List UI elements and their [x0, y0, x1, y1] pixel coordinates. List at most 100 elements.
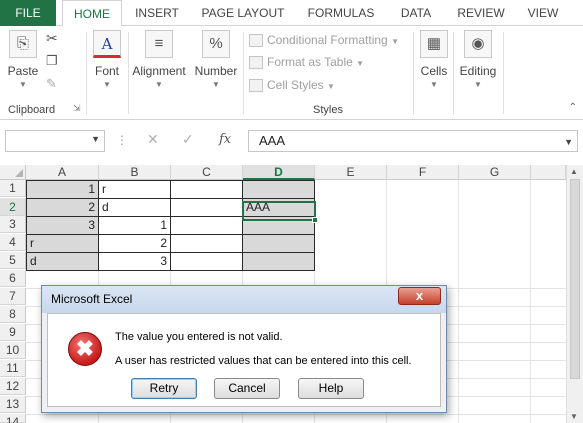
cell-styles-icon [249, 79, 263, 93]
scroll-up-icon[interactable]: ▲ [570, 167, 578, 176]
column-header-a[interactable]: A [26, 165, 99, 180]
tab-review[interactable]: REVIEW [448, 0, 514, 26]
name-box[interactable]: ▼ [5, 130, 105, 152]
dialog-body: ✖ The value you entered is not valid. A … [47, 313, 441, 407]
cell-styles-button[interactable]: Cell Styles ▼ [249, 75, 335, 95]
help-button[interactable]: Help [298, 378, 364, 399]
group-separator [243, 32, 244, 114]
format-painter-icon[interactable]: ✎ [46, 76, 57, 92]
row-header-6[interactable]: 6 [0, 270, 26, 287]
tab-home[interactable]: HOME [62, 0, 122, 27]
number-button[interactable]: % Number ▼ [193, 30, 239, 89]
cell-a5[interactable]: d [27, 253, 99, 271]
cell-b4[interactable]: 2 [99, 235, 171, 253]
column-header-d[interactable]: D [243, 165, 315, 180]
cell-c2[interactable] [171, 199, 243, 217]
column-header-f[interactable]: F [387, 165, 459, 180]
column-header-g[interactable]: G [459, 165, 531, 180]
cancel-entry-icon[interactable]: ✕ [147, 131, 159, 148]
row-header-7[interactable]: 7 [0, 288, 26, 305]
font-button[interactable]: A Font ▼ [90, 30, 124, 89]
row-header-2[interactable]: 2 [0, 198, 26, 216]
cell-a4[interactable]: r [27, 235, 99, 253]
cell-d5[interactable] [243, 253, 315, 271]
row-header-1[interactable]: 1 [0, 180, 26, 197]
format-as-table-button[interactable]: Format as Table ▼ [249, 52, 364, 72]
close-button[interactable]: x [398, 287, 441, 305]
chevron-down-icon: ▼ [474, 80, 482, 89]
scrollbar-thumb[interactable] [570, 179, 580, 379]
cell-b2[interactable]: d [99, 199, 171, 217]
dialog-title: Microsoft Excel [51, 292, 133, 306]
formula-value: AAA [259, 133, 286, 148]
chevron-down-icon: ▼ [391, 37, 399, 46]
column-header-e[interactable]: E [315, 165, 387, 180]
collapse-ribbon-icon[interactable]: ⌃ [569, 102, 577, 113]
fill-handle[interactable] [312, 217, 318, 223]
cancel-button[interactable]: Cancel [214, 378, 280, 399]
copy-icon[interactable]: ❐ [46, 53, 58, 69]
insert-function-icon[interactable]: fx [219, 132, 231, 147]
cell-b3[interactable]: 1 [99, 217, 171, 235]
tab-insert[interactable]: INSERT [126, 0, 188, 26]
dialog-title-bar[interactable]: Microsoft Excel x [42, 286, 446, 313]
font-color-icon: A [93, 30, 121, 58]
column-header-c[interactable]: C [171, 165, 243, 180]
cell-c4[interactable] [171, 235, 243, 253]
vertical-scrollbar[interactable]: ▲ ▼ [566, 165, 583, 423]
clipboard-launcher-icon[interactable]: ⇲ [73, 103, 81, 114]
tab-page-layout[interactable]: PAGE LAYOUT [192, 0, 294, 26]
error-dialog: Microsoft Excel x ✖ The value you entere… [41, 285, 447, 413]
paste-button[interactable]: ⎘ Paste ▼ [6, 30, 40, 89]
cut-icon[interactable]: ✂ [46, 30, 58, 47]
row-header-5[interactable]: 5 [0, 252, 26, 269]
row-header-12[interactable]: 12 [0, 378, 26, 395]
styles-group: Conditional Formatting ▼ Format as Table… [249, 26, 409, 120]
chevron-down-icon: ▼ [155, 80, 163, 89]
row-header-9[interactable]: 9 [0, 324, 26, 341]
row-header-13[interactable]: 13 [0, 396, 26, 413]
editing-button[interactable]: ◉ Editing ▼ [457, 30, 499, 89]
alignment-button[interactable]: ≡ Alignment ▼ [130, 30, 188, 89]
row-header-4[interactable]: 4 [0, 234, 26, 251]
tab-formulas[interactable]: FORMULAS [298, 0, 384, 26]
gridline [458, 180, 459, 423]
font-label: Font [94, 64, 119, 78]
confirm-entry-icon[interactable]: ✓ [182, 131, 194, 148]
expand-formula-bar-icon[interactable]: ▼ [564, 132, 573, 152]
row-header-3[interactable]: 3 [0, 216, 26, 233]
cell-c5[interactable] [171, 253, 243, 271]
row-header-8[interactable]: 8 [0, 306, 26, 323]
row-header-10[interactable]: 10 [0, 342, 26, 359]
cell-c1[interactable] [171, 181, 243, 199]
conditional-formatting-button[interactable]: Conditional Formatting ▼ [249, 30, 399, 50]
row-header-11[interactable]: 11 [0, 360, 26, 377]
chevron-down-icon[interactable]: ▼ [91, 134, 100, 144]
column-header-b[interactable]: B [99, 165, 171, 180]
retry-button[interactable]: Retry [131, 378, 197, 399]
cell-a2[interactable]: 2 [27, 199, 99, 217]
cell-d1[interactable] [243, 181, 315, 199]
cell-d4[interactable] [243, 235, 315, 253]
dialog-message-secondary: A user has restricted values that can be… [115, 355, 412, 367]
cell-b5[interactable]: 3 [99, 253, 171, 271]
paste-label: Paste [7, 64, 39, 78]
tab-view[interactable]: VIEW [518, 0, 568, 26]
group-separator [503, 32, 504, 114]
cell-a1[interactable]: 1 [27, 181, 99, 199]
formula-input[interactable]: AAA ▼ [248, 130, 578, 152]
cell-a3[interactable]: 3 [27, 217, 99, 235]
column-header-h[interactable] [531, 165, 566, 180]
chevron-down-icon: ▼ [356, 59, 365, 68]
tab-data[interactable]: DATA [388, 0, 444, 26]
cell-b1[interactable]: r [99, 181, 171, 199]
scroll-down-icon[interactable]: ▼ [570, 412, 578, 421]
row-header-14[interactable]: 14 [0, 414, 26, 423]
select-all-button[interactable] [0, 165, 26, 180]
cell-c3[interactable] [171, 217, 243, 235]
active-cell-outline[interactable] [242, 201, 316, 221]
cells-button[interactable]: ▦ Cells ▼ [418, 30, 450, 89]
editing-label: Editing [459, 64, 497, 78]
tab-file[interactable]: FILE [0, 0, 56, 26]
formula-bar-grip-icon[interactable]: ⋮ [116, 133, 128, 147]
